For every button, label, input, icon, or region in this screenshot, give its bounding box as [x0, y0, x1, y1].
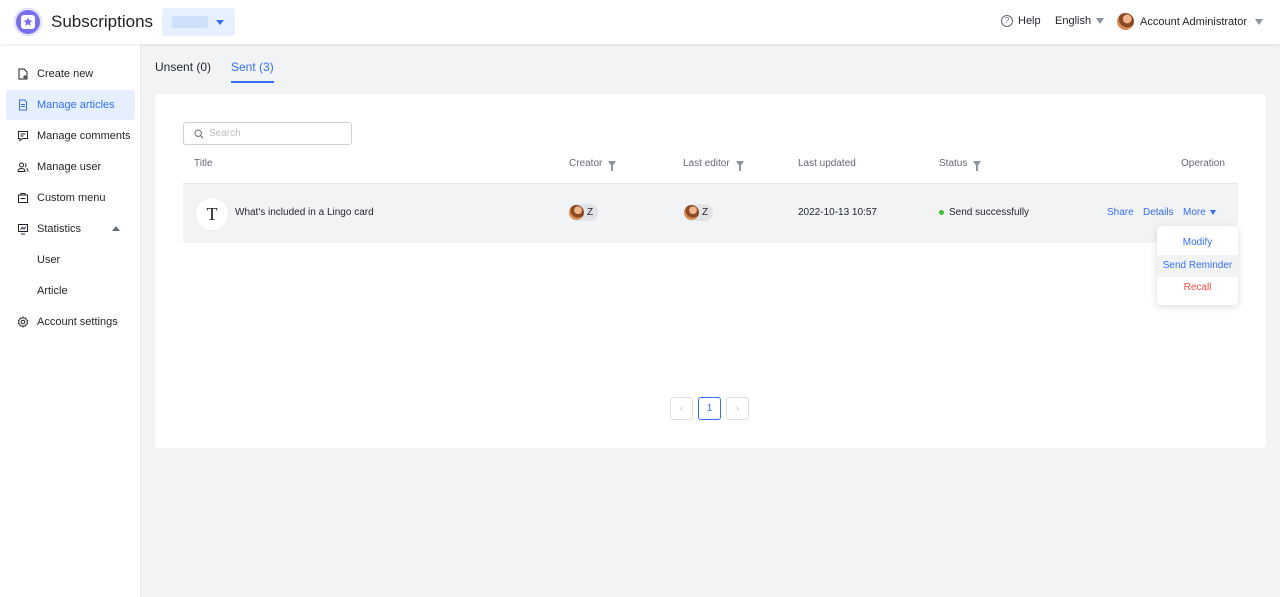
pagination: ‹ 1 ›	[670, 397, 754, 420]
avatar	[569, 205, 584, 220]
sidebar-item-label: Account settings	[37, 316, 118, 328]
account-name: Account Administrator	[1140, 15, 1247, 28]
account-menu[interactable]: Account Administrator	[1117, 13, 1263, 30]
more-dropdown[interactable]: More	[1183, 207, 1216, 218]
filter-icon[interactable]	[973, 160, 982, 171]
chevron-down-icon	[216, 20, 224, 25]
details-link[interactable]: Details	[1143, 207, 1174, 218]
menu-item-modify[interactable]: Modify	[1157, 232, 1238, 254]
sidebar-item-label: Statistics	[37, 223, 82, 235]
caret-down-icon	[1255, 18, 1263, 25]
chart-icon	[18, 224, 28, 235]
column-header-last-updated: Last updated	[798, 158, 856, 169]
caret-down-icon	[1209, 209, 1216, 215]
table-row[interactable]: T What's included in a Lingo card Z Z 20…	[183, 183, 1238, 243]
share-link[interactable]: Share	[1107, 207, 1134, 218]
menu-box-icon	[18, 193, 28, 203]
sidebar-item-label: Article	[37, 285, 68, 297]
gear-icon	[17, 316, 29, 328]
article-type-icon: T	[195, 197, 229, 231]
search-input[interactable]	[209, 128, 339, 139]
document-icon	[19, 99, 27, 111]
sidebar-item-label: Custom menu	[37, 192, 106, 204]
last-updated: 2022-10-13 10:57	[798, 207, 877, 218]
page-number[interactable]: 1	[698, 397, 721, 420]
sidebar-item-statistics-user[interactable]: User	[6, 245, 135, 275]
column-header-last-editor[interactable]: Last editor	[683, 158, 744, 171]
tab-unsent[interactable]: Unsent (0)	[155, 60, 211, 74]
file-plus-icon	[18, 68, 28, 80]
comment-icon	[18, 131, 28, 142]
sidebar-item-statistics-article[interactable]: Article	[6, 276, 135, 306]
workspace-name-redacted	[172, 16, 208, 28]
users-icon	[17, 162, 29, 172]
language-selector[interactable]: English	[1055, 15, 1105, 27]
articles-card: Title Creator Last editor Last updated S…	[155, 94, 1266, 448]
help-link[interactable]: ? Help	[1001, 15, 1041, 27]
column-header-title: Title	[194, 158, 213, 169]
question-circle-icon: ?	[1001, 15, 1013, 27]
menu-item-send-reminder[interactable]: Send Reminder	[1157, 255, 1238, 277]
tab-sent[interactable]: Sent (3)	[231, 60, 274, 83]
article-title[interactable]: What's included in a Lingo card	[235, 207, 374, 218]
sidebar-item-manage-comments[interactable]: Manage comments	[6, 121, 135, 151]
app-title: Subscriptions	[51, 12, 154, 31]
sidebar-item-manage-user[interactable]: Manage user	[6, 152, 135, 182]
last-editor-chip: Z	[684, 204, 714, 221]
caret-down-icon	[1096, 18, 1105, 24]
sidebar-item-create-new[interactable]: Create new	[6, 59, 135, 89]
status-badge: Send successfully	[939, 207, 1029, 218]
sidebar-item-statistics[interactable]: Statistics	[6, 214, 135, 244]
sidebar-item-label: Manage user	[37, 161, 102, 173]
sidebar-item-label: User	[37, 254, 61, 266]
sidebar-item-label: Manage articles	[37, 99, 115, 111]
column-header-creator[interactable]: Creator	[569, 158, 617, 171]
next-page-button[interactable]: ›	[726, 397, 749, 420]
sidebar-item-manage-articles[interactable]: Manage articles	[6, 90, 135, 120]
search-box[interactable]	[183, 122, 352, 145]
sidebar: Create new Manage articles Manage commen…	[0, 44, 141, 597]
creator-chip: Z	[569, 204, 599, 221]
search-icon	[194, 128, 204, 138]
workspace-selector[interactable]	[162, 8, 235, 36]
language-label: English	[1055, 15, 1092, 27]
sidebar-item-label: Create new	[37, 68, 94, 80]
avatar	[1117, 13, 1134, 30]
help-label: Help	[1018, 15, 1041, 27]
success-dot-icon	[939, 209, 944, 215]
app-logo-icon[interactable]	[14, 8, 42, 36]
more-menu: Modify Send Reminder Recall	[1157, 226, 1238, 305]
menu-item-recall[interactable]: Recall	[1157, 277, 1238, 299]
top-header: Subscriptions ? Help English Account Adm…	[0, 0, 1280, 44]
sidebar-item-label: Manage comments	[37, 130, 131, 142]
caret-up-icon	[112, 226, 120, 231]
sidebar-item-custom-menu[interactable]: Custom menu	[6, 183, 135, 213]
avatar	[684, 205, 699, 220]
prev-page-button[interactable]: ‹	[670, 397, 693, 420]
filter-icon[interactable]	[735, 160, 744, 171]
filter-icon[interactable]	[608, 160, 617, 171]
column-header-operation: Operation	[1181, 158, 1225, 169]
sidebar-item-account-settings[interactable]: Account settings	[6, 307, 135, 337]
column-header-status[interactable]: Status	[939, 158, 982, 171]
